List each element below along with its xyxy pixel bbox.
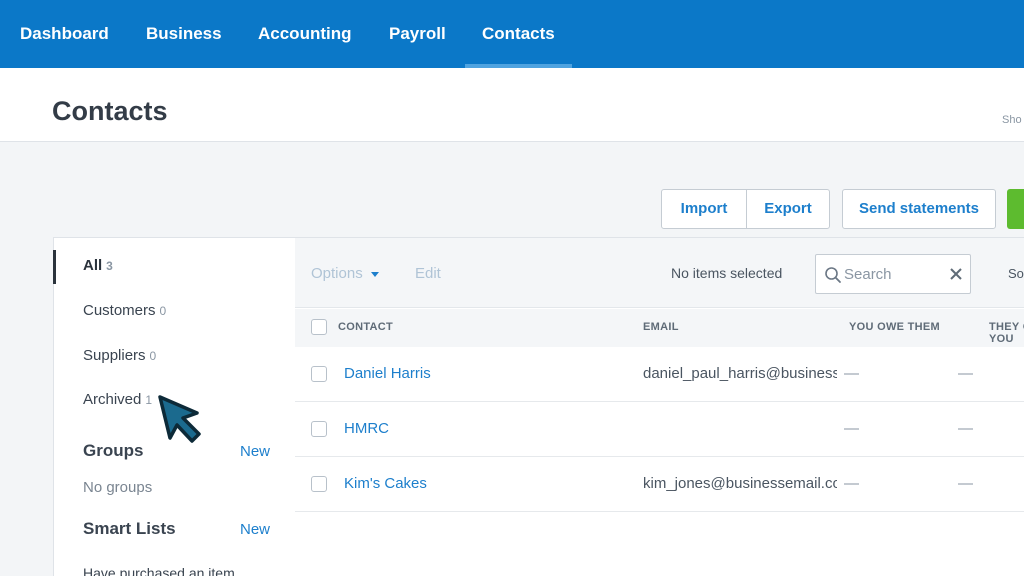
page-title: Contacts bbox=[52, 96, 168, 126]
you-owe-them-value: — bbox=[844, 475, 859, 492]
filter-count: 0 bbox=[149, 349, 157, 363]
active-indicator bbox=[53, 250, 56, 284]
filter-count: 1 bbox=[145, 393, 153, 407]
they-owe-you-value: — bbox=[958, 420, 973, 437]
smart-lists-heading: Smart Lists bbox=[83, 519, 176, 538]
no-groups-text: No groups bbox=[83, 479, 153, 496]
groups-heading: Groups bbox=[83, 441, 144, 460]
nav-dashboard[interactable]: Dashboard bbox=[20, 0, 109, 68]
contact-name[interactable]: HMRC bbox=[344, 420, 389, 437]
contacts-panel: Options Edit No items selected So CONTAC… bbox=[295, 237, 1024, 576]
contact-name[interactable]: Kim's Cakes bbox=[344, 475, 427, 492]
page-header: Contacts Sho bbox=[0, 68, 1024, 142]
you-owe-them-value: — bbox=[844, 420, 859, 437]
row-checkbox[interactable] bbox=[311, 421, 327, 437]
filter-label: Suppliers bbox=[83, 347, 146, 364]
filter-label: Customers bbox=[83, 302, 156, 319]
you-owe-them-value: — bbox=[844, 365, 859, 382]
sort-label[interactable]: So bbox=[1008, 266, 1024, 281]
they-owe-you-value: — bbox=[958, 475, 973, 492]
table-row[interactable]: HMRC — — bbox=[295, 402, 1024, 457]
options-label: Options bbox=[311, 265, 363, 282]
contact-email: kim_jones@businessemail.com bbox=[643, 475, 837, 492]
nav-payroll[interactable]: Payroll bbox=[389, 0, 446, 68]
contact-name[interactable]: Daniel Harris bbox=[344, 365, 431, 382]
filter-label: All bbox=[83, 257, 103, 274]
new-smart-list-link[interactable]: New bbox=[240, 521, 270, 538]
new-contact-button[interactable] bbox=[1007, 189, 1024, 229]
filter-label: Archived bbox=[83, 391, 142, 408]
they-owe-you-value: — bbox=[958, 365, 973, 382]
row-checkbox[interactable] bbox=[311, 366, 327, 382]
filter-customers[interactable]: Customers 0 bbox=[83, 302, 166, 319]
column-contact[interactable]: CONTACT bbox=[338, 321, 393, 333]
table-row[interactable]: Daniel Harris daniel_paul_harris@busines… bbox=[295, 347, 1024, 402]
filter-count: 0 bbox=[159, 304, 167, 318]
smart-list-item[interactable]: Have purchased an item bbox=[83, 565, 235, 576]
edit-button[interactable]: Edit bbox=[415, 265, 441, 282]
select-all-checkbox[interactable] bbox=[311, 319, 327, 335]
options-dropdown[interactable]: Options bbox=[311, 265, 379, 282]
show-link[interactable]: Sho bbox=[1002, 114, 1022, 126]
filter-count: 3 bbox=[106, 259, 113, 273]
selection-status: No items selected bbox=[671, 265, 783, 281]
top-nav: Dashboard Business Accounting Payroll Co… bbox=[0, 0, 1024, 68]
list-toolbar: Options Edit No items selected So bbox=[295, 238, 1024, 308]
column-they-owe-you[interactable]: THEY OWE YOU bbox=[989, 321, 1024, 345]
filter-archived[interactable]: Archived 1 bbox=[83, 391, 152, 408]
import-button[interactable]: Import bbox=[661, 189, 747, 229]
nav-accounting[interactable]: Accounting bbox=[258, 0, 352, 68]
column-email[interactable]: EMAIL bbox=[643, 321, 679, 333]
send-statements-button[interactable]: Send statements bbox=[842, 189, 996, 229]
nav-business[interactable]: Business bbox=[146, 0, 222, 68]
column-you-owe-them[interactable]: YOU OWE THEM bbox=[849, 321, 940, 333]
filter-suppliers[interactable]: Suppliers 0 bbox=[83, 347, 156, 364]
new-group-link[interactable]: New bbox=[240, 443, 270, 460]
table-header: CONTACT EMAIL YOU OWE THEM THEY OWE YOU bbox=[295, 309, 1024, 347]
contact-email: daniel_paul_harris@business bbox=[643, 365, 837, 382]
nav-contacts[interactable]: Contacts bbox=[465, 0, 572, 68]
search-box bbox=[815, 254, 971, 294]
search-icon bbox=[825, 267, 841, 283]
row-checkbox[interactable] bbox=[311, 476, 327, 492]
search-input[interactable] bbox=[844, 263, 944, 285]
chevron-down-icon bbox=[370, 271, 379, 277]
export-button[interactable]: Export bbox=[746, 189, 830, 229]
pointer-cursor-icon bbox=[158, 395, 201, 443]
filter-all[interactable]: All 3 bbox=[83, 257, 113, 274]
table-row[interactable]: Kim's Cakes kim_jones@businessemail.com … bbox=[295, 457, 1024, 512]
close-icon[interactable] bbox=[948, 266, 964, 282]
